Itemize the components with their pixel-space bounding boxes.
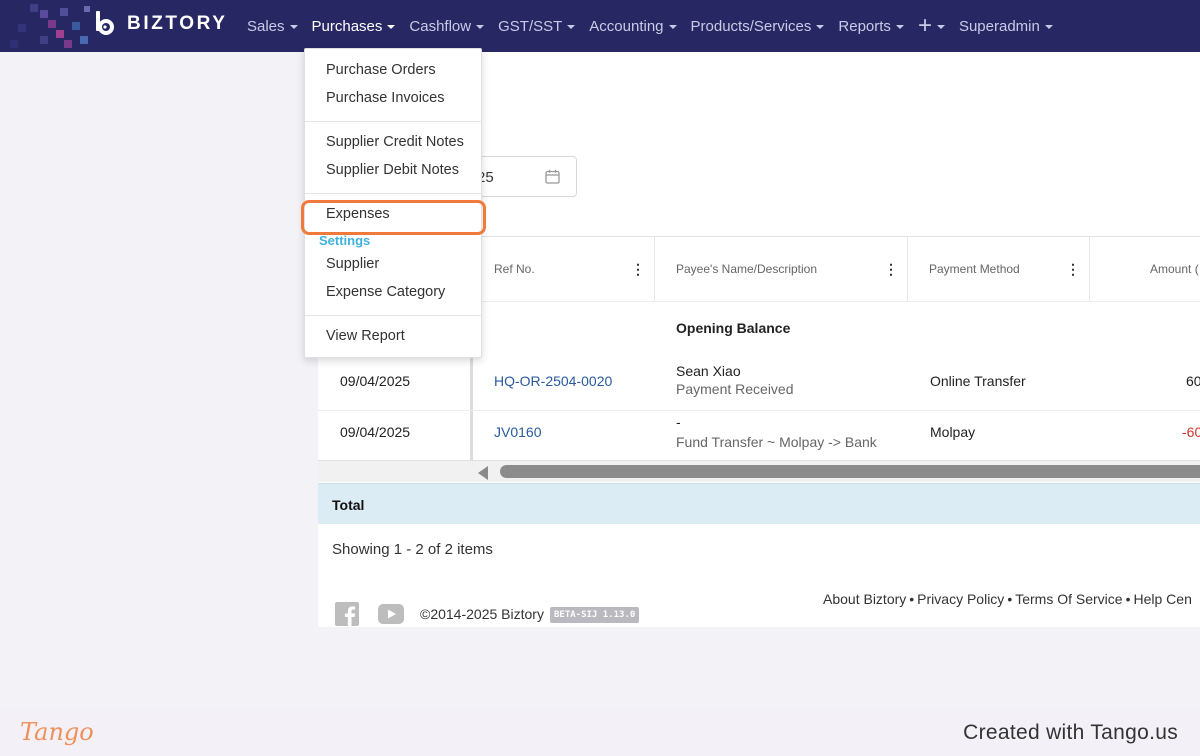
row-divider: [318, 410, 1200, 411]
row-2-ref-link[interactable]: JV0160: [494, 424, 541, 440]
column-header-payee[interactable]: Payee's Name/Description ⋮: [655, 237, 908, 301]
row-2-date: 09/04/2025: [340, 424, 411, 440]
version-badge: BETA-SIJ 1.13.0: [550, 607, 640, 623]
row-2-amount: -60: [1182, 424, 1200, 440]
brand[interactable]: BIZTORY: [93, 10, 228, 38]
footer-bullet: •: [909, 591, 915, 607]
top-navbar: BIZTORY Sales Purchases Cashflow GST/SST…: [0, 0, 1200, 52]
column-header-payee-label: Payee's Name/Description: [676, 262, 818, 276]
date-filter-input[interactable]: 25: [466, 156, 577, 197]
nav-reports-label: Reports: [838, 17, 891, 35]
row-1-description: Payment Received: [676, 381, 794, 397]
column-menu-icon[interactable]: ⋮: [630, 262, 646, 276]
main-nav: Sales Purchases Cashflow GST/SST Account…: [247, 0, 1053, 52]
total-row: Total: [318, 483, 1200, 524]
brand-name: BIZTORY: [127, 13, 228, 34]
total-label: Total: [332, 497, 365, 513]
menu-item-view-report[interactable]: View Report: [326, 328, 405, 344]
column-header-payment-method-label: Payment Method: [929, 262, 1020, 276]
youtube-icon[interactable]: [378, 604, 404, 624]
nav-purchases-label: Purchases: [311, 17, 383, 35]
chevron-down-icon: [1044, 25, 1053, 29]
nav-superadmin-label: Superadmin: [958, 17, 1040, 35]
nav-purchases[interactable]: Purchases: [312, 18, 396, 35]
column-menu-icon[interactable]: ⋮: [883, 262, 899, 276]
column-header-ref-no-label: Ref No.: [494, 262, 535, 276]
plus-icon: +: [917, 12, 932, 39]
row-2-description: Fund Transfer ~ Molpay -> Bank: [676, 434, 877, 450]
chevron-down-icon: [936, 25, 945, 29]
chevron-down-icon: [668, 25, 677, 29]
copyright-text: ©2014-2025 Biztory: [420, 606, 544, 622]
row-1-payee: Sean Xiao: [676, 363, 741, 379]
expenses-highlight-outline: [301, 200, 486, 235]
menu-item-supplier-credit-notes[interactable]: Supplier Credit Notes: [326, 134, 464, 150]
menu-divider: [305, 315, 481, 316]
chevron-down-icon: [816, 25, 825, 29]
menu-divider: [305, 193, 481, 194]
row-1-amount: 60: [1186, 373, 1200, 389]
nav-gst-sst[interactable]: GST/SST: [498, 17, 576, 35]
column-header-ref-no[interactable]: Ref No. ⋮: [473, 237, 655, 301]
footer-bullet: •: [1007, 591, 1013, 607]
column-header-amount-label: Amount (: [1150, 262, 1199, 276]
chevron-down-icon: [895, 25, 904, 29]
chevron-down-icon: [567, 25, 576, 29]
chevron-down-icon: [476, 25, 485, 29]
nav-accounting-label: Accounting: [589, 17, 664, 35]
nav-sales-label: Sales: [247, 17, 285, 35]
nav-products-services[interactable]: Products/Services: [691, 18, 825, 35]
footer-links: About Biztory • Privacy Policy • Terms Of Se…: [823, 591, 1200, 607]
footer-link-help[interactable]: Help Cen: [1133, 591, 1191, 607]
nav-gst-sst-label: GST/SST: [498, 17, 563, 35]
menu-item-supplier[interactable]: Supplier: [326, 256, 379, 272]
column-header-payment-method[interactable]: Payment Method ⋮: [908, 237, 1090, 301]
chevron-down-icon: [289, 25, 298, 29]
row-2-payment-method: Molpay: [930, 424, 976, 440]
menu-divider: [305, 121, 481, 122]
nav-products-services-label: Products/Services: [690, 17, 812, 35]
biztory-logo-icon: [96, 11, 114, 35]
row-2-payee: -: [676, 414, 681, 430]
menu-section-settings: Settings: [319, 233, 371, 248]
nav-reports[interactable]: Reports: [838, 18, 904, 35]
calendar-icon[interactable]: [545, 169, 560, 184]
scroll-left-arrow-icon[interactable]: [478, 466, 488, 480]
nav-cashflow-label: Cashflow: [409, 17, 472, 35]
chevron-down-icon: [387, 25, 396, 29]
menu-item-purchase-invoices[interactable]: Purchase Invoices: [326, 90, 444, 106]
menu-item-expense-category[interactable]: Expense Category: [326, 284, 445, 300]
nav-quick-add[interactable]: +: [917, 12, 945, 39]
footer-link-privacy[interactable]: Privacy Policy: [917, 591, 1004, 607]
row-1-date: 09/04/2025: [340, 373, 411, 389]
tango-logo: Tango: [20, 718, 94, 746]
opening-balance-label: Opening Balance: [676, 320, 791, 336]
row-1-ref-link[interactable]: HQ-OR-2504-0020: [494, 373, 612, 389]
menu-item-supplier-debit-notes[interactable]: Supplier Debit Notes: [326, 162, 459, 178]
footer-link-terms[interactable]: Terms Of Service: [1015, 591, 1122, 607]
nav-accounting[interactable]: Accounting: [589, 17, 677, 35]
horizontal-scrollbar-thumb[interactable]: [500, 465, 1200, 478]
nav-cashflow[interactable]: Cashflow: [409, 17, 485, 35]
column-menu-icon[interactable]: ⋮: [1065, 262, 1081, 276]
column-header-amount[interactable]: Amount (: [1090, 237, 1200, 301]
row-1-payment-method: Online Transfer: [930, 373, 1026, 389]
tango-credit: Created with Tango.us: [963, 721, 1178, 744]
nav-sales[interactable]: Sales: [247, 18, 298, 35]
facebook-icon[interactable]: [335, 602, 359, 626]
footer-bullet: •: [1125, 591, 1131, 607]
tango-attribution-bar: Tango Created with Tango.us: [0, 710, 1200, 756]
footer-link-about[interactable]: About Biztory: [823, 591, 906, 607]
pagination-summary: Showing 1 - 2 of 2 items: [332, 541, 493, 558]
nav-superadmin[interactable]: Superadmin: [959, 18, 1053, 35]
menu-item-purchase-orders[interactable]: Purchase Orders: [326, 62, 436, 78]
